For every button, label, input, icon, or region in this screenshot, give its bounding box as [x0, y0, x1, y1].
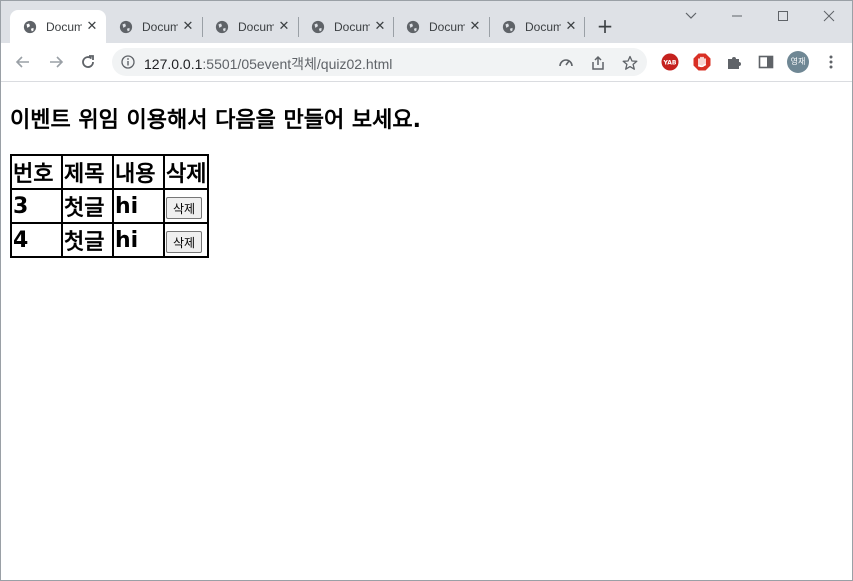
tab-title: Document: [429, 19, 465, 34]
hand-stop-icon: [693, 53, 711, 71]
cell-number: 4: [11, 223, 62, 257]
browser-toolbar: 127.0.0.1:5501/05event객체/quiz02.html YAB…: [1, 43, 852, 82]
tab-2[interactable]: Document ✕: [106, 10, 202, 43]
more-vertical-icon: [829, 55, 833, 69]
tab-search-button[interactable]: [668, 1, 714, 31]
extension-yab-button[interactable]: YAB: [661, 53, 679, 71]
header-content: 내용: [113, 155, 164, 189]
extension-adblock-button[interactable]: [693, 53, 711, 71]
tab-title: Document: [525, 19, 561, 34]
extensions-button[interactable]: [725, 53, 743, 71]
header-delete: 삭제: [164, 155, 209, 189]
share-icon[interactable]: [590, 55, 606, 71]
cell-content: hi: [113, 223, 164, 257]
header-number: 번호: [11, 155, 62, 189]
table-header-row: 번호 제목 내용 삭제: [11, 155, 209, 189]
browser-window: Document ✕ Document ✕ Document ✕ Documen…: [0, 0, 853, 581]
cell-title: 첫글: [62, 223, 113, 257]
url-text: 127.0.0.1:5501/05event객체/quiz02.html: [144, 54, 392, 74]
tab-strip: Document ✕ Document ✕ Document ✕ Documen…: [1, 1, 852, 43]
tab-title: Document: [142, 19, 178, 34]
reload-button[interactable]: [76, 50, 100, 74]
tab-4[interactable]: Document ✕: [298, 10, 394, 43]
back-button[interactable]: [11, 50, 35, 74]
url-host: 127.0.0.1: [144, 56, 203, 72]
delete-button[interactable]: 삭제: [166, 231, 203, 253]
tab-5[interactable]: Document ✕: [393, 10, 489, 43]
close-icon: [823, 10, 835, 22]
tab-title: Document: [334, 19, 370, 34]
side-panel-icon: [758, 55, 774, 69]
menu-button[interactable]: [822, 53, 840, 71]
close-icon[interactable]: ✕: [276, 19, 292, 35]
tab-separator: [584, 17, 585, 37]
new-tab-button[interactable]: +: [595, 14, 615, 38]
globe-icon: [406, 20, 420, 33]
page-content: 이벤트 위임 이용해서 다음을 만들어 보세요. 번호 제목 내용 삭제 3 첫…: [1, 82, 852, 580]
table-row: 4 첫글 hi 삭제: [11, 223, 209, 257]
info-icon[interactable]: [121, 55, 135, 69]
globe-icon: [215, 20, 229, 33]
table-row: 3 첫글 hi 삭제: [11, 189, 209, 223]
address-bar[interactable]: 127.0.0.1:5501/05event객체/quiz02.html: [112, 48, 647, 76]
performance-icon[interactable]: [558, 55, 574, 71]
globe-icon: [119, 20, 133, 33]
side-panel-button[interactable]: [757, 53, 775, 71]
maximize-button[interactable]: [760, 1, 806, 31]
minimize-button[interactable]: [714, 1, 760, 31]
bookmark-star-icon[interactable]: [622, 55, 638, 71]
chevron-down-icon: [685, 12, 697, 19]
delete-button[interactable]: 삭제: [166, 197, 203, 219]
globe-icon: [502, 20, 516, 33]
cell-number: 3: [11, 189, 62, 223]
close-icon[interactable]: ✕: [467, 19, 483, 35]
globe-icon: [311, 20, 325, 33]
puzzle-icon: [728, 57, 741, 69]
globe-icon: [23, 20, 37, 33]
cell-delete: 삭제: [164, 189, 209, 223]
page-heading: 이벤트 위임 이용해서 다음을 만들어 보세요.: [10, 108, 421, 133]
reload-icon: [82, 55, 94, 68]
profile-avatar[interactable]: 영재: [787, 51, 809, 73]
close-icon[interactable]: ✕: [180, 19, 196, 35]
close-icon[interactable]: ✕: [372, 19, 388, 35]
tab-6[interactable]: Document ✕: [489, 10, 585, 43]
tab-1[interactable]: Document ✕: [10, 10, 106, 43]
cell-content: hi: [113, 189, 164, 223]
cell-delete: 삭제: [164, 223, 209, 257]
tab-3[interactable]: Document ✕: [202, 10, 298, 43]
cell-title: 첫글: [62, 189, 113, 223]
tab-title: Document: [238, 19, 274, 34]
close-icon[interactable]: ✕: [563, 19, 579, 35]
url-path: :5501/05event객체/quiz02.html: [202, 56, 393, 72]
arrow-left-icon: [15, 56, 29, 68]
post-table: 번호 제목 내용 삭제 3 첫글 hi 삭제 4 첫글 hi 삭제: [10, 154, 210, 258]
tab-title: Document: [46, 19, 82, 34]
svg-text:YAB: YAB: [663, 60, 677, 67]
yab-extension-icon: YAB: [661, 53, 679, 71]
forward-button[interactable]: [44, 50, 68, 74]
close-icon[interactable]: ✕: [84, 19, 100, 35]
maximize-icon: [778, 11, 788, 21]
close-window-button[interactable]: [806, 1, 852, 31]
minimize-icon: [732, 15, 742, 17]
header-title: 제목: [62, 155, 113, 189]
profile-initials: 영재: [790, 57, 806, 66]
arrow-right-icon: [50, 56, 64, 68]
